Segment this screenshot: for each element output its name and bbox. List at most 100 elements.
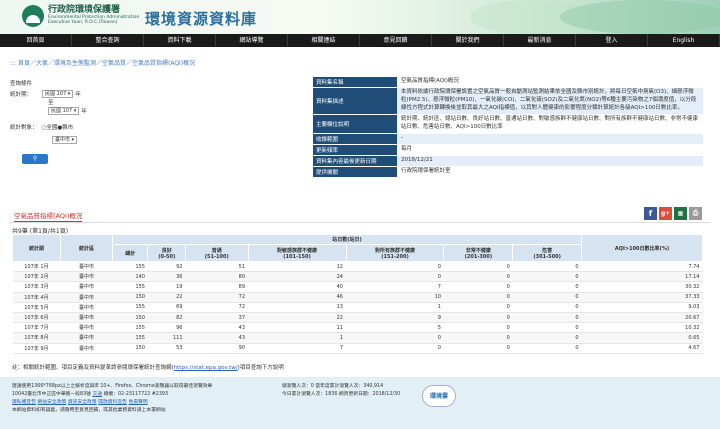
cell: 0 xyxy=(443,343,513,354)
table-row: 107年 4月 臺中市 150 22 72 46 10 0 0 37.33 xyxy=(12,292,703,303)
cell: 0.65 xyxy=(581,332,703,344)
cell: 96 xyxy=(147,322,186,334)
footer-traffic-link[interactable]: 交通 xyxy=(92,392,102,397)
cell: 0 xyxy=(512,332,582,344)
search-button[interactable]: ⚲ xyxy=(22,154,48,164)
nav-about[interactable]: 關於我們 xyxy=(432,34,504,47)
meta-key: 資料集內容最後更新日期 xyxy=(313,155,397,167)
cell: 107年 2月 xyxy=(12,271,61,283)
cell: 0 xyxy=(512,271,582,283)
cell: 107年 8月 xyxy=(12,332,61,344)
cell: 10.32 xyxy=(581,322,703,334)
cell: 40 xyxy=(248,281,346,293)
dataset-meta-table: 資料集名稱 空氣品質指標(AQI)概況 資料集描述 本資料依據行政院環保署設置之空氣… xyxy=(313,77,703,178)
cell: 0 xyxy=(512,343,582,354)
footer-browser-note: 建議使用1366*768px以上之解析度與IE 10+、Firefox、Chro… xyxy=(12,384,213,389)
facebook-icon[interactable]: f xyxy=(644,207,657,220)
cell: 0 xyxy=(443,312,513,324)
col-very-unhealthy: 非常不健康 (201-300) xyxy=(443,244,514,262)
cell: 0 xyxy=(443,322,513,334)
meta-key: 主要欄位說明 xyxy=(313,114,397,134)
google-plus-icon[interactable]: g+ xyxy=(659,207,672,220)
nav-related-links[interactable]: 相關連結 xyxy=(288,34,360,47)
nav-sitemap[interactable]: 網站導覽 xyxy=(216,34,288,47)
cell: 69 xyxy=(147,302,186,313)
nav-news[interactable]: 最新消息 xyxy=(504,34,576,47)
radio-county[interactable]: ●縣市 xyxy=(57,123,73,131)
cell: 17.14 xyxy=(581,271,703,283)
excel-icon[interactable]: ▦ xyxy=(674,207,687,220)
cell: 0 xyxy=(443,302,513,313)
cell: 155 xyxy=(112,322,148,334)
info-security-link[interactable]: 資訊安全政策 xyxy=(68,400,97,405)
cell: 19 xyxy=(147,281,186,293)
cell: 89 xyxy=(185,281,249,293)
tab-divider xyxy=(10,222,710,223)
stat-period-label: 統計期： xyxy=(10,91,33,98)
meta-key: 更新頻率 xyxy=(313,144,397,156)
year-from-select[interactable]: 民國 107 ▾ xyxy=(42,89,74,98)
year-to-select[interactable]: 民國 107 ▾ xyxy=(48,107,80,115)
nav-english[interactable]: English xyxy=(648,34,720,47)
county-select[interactable]: 臺中市 ▾ xyxy=(52,135,78,144)
cell: 107年 3月 xyxy=(12,281,61,293)
nav-download[interactable]: 資料下載 xyxy=(144,34,216,47)
cell: 5 xyxy=(346,322,444,334)
cell: 111 xyxy=(147,332,186,344)
cell: 24 xyxy=(248,271,346,283)
meta-key: 資料集名稱 xyxy=(313,77,397,88)
cell: 107年 5月 xyxy=(12,302,61,313)
env-cloud-logo[interactable]: 環境雲 xyxy=(422,385,456,407)
table-row: 107年 6月 臺中市 150 82 37 22 9 0 0 20.67 xyxy=(12,312,703,324)
cell: 80 xyxy=(185,271,249,283)
col-moderate: 普通 (51-100) xyxy=(185,244,249,262)
cell: 150 xyxy=(112,343,148,354)
cell: 72 xyxy=(185,302,249,313)
cell: 0 xyxy=(346,343,444,354)
cell: 12 xyxy=(248,261,346,273)
note-suffix: )項目查詢下方說明 xyxy=(237,365,284,371)
cell: 30.32 xyxy=(581,281,703,293)
cell: 0 xyxy=(346,261,444,273)
nav-login[interactable]: 登入 xyxy=(576,34,648,47)
col-group-station-days: 站日數(站日) xyxy=(112,234,583,245)
footer-phone: 總機：02-23117722 #2393 xyxy=(103,392,169,398)
cell: 150 xyxy=(112,312,148,324)
epa-logo-icon xyxy=(22,5,44,27)
col-total: 總計 xyxy=(112,244,149,262)
nav-home[interactable]: 回首頁 xyxy=(0,34,72,47)
web-security-link[interactable]: 網站安全政策 xyxy=(38,400,67,405)
cell: 107年 9月 xyxy=(12,343,61,354)
cell: 臺中市 xyxy=(60,332,113,344)
cell: 46 xyxy=(248,292,346,303)
cell: 140 xyxy=(112,271,148,283)
disclaimer-link[interactable]: 免責聲明 xyxy=(129,400,148,405)
radio-national[interactable]: ○全國 xyxy=(42,123,58,131)
cell: 20.67 xyxy=(581,312,703,324)
cell: 1 xyxy=(248,332,346,344)
meta-value: 統計期、統計區、總站日數、良好站日數、普通站日數、對敏感族群不健康站日數、對所有… xyxy=(397,114,703,134)
cell: 9 xyxy=(346,312,444,324)
cell: 0 xyxy=(512,292,582,303)
col-ratio: AQI>100日數比率(%) xyxy=(581,234,703,262)
print-icon[interactable]: ⎙ xyxy=(689,207,702,220)
cell: 臺中市 xyxy=(60,312,113,324)
site-footer: 建議使用1366*768px以上之解析度與IE 10+、Firefox、Chro… xyxy=(0,377,720,429)
table-row: 107年 2月 臺中市 140 36 80 24 0 0 0 17.14 xyxy=(12,271,703,283)
share-toolbar: f g+ ▦ ⎙ xyxy=(644,207,702,220)
table-row: 107年 9月 臺中市 150 53 90 7 0 0 0 4.67 xyxy=(12,343,703,354)
cell: 0 xyxy=(443,281,513,293)
nav-feedback[interactable]: 意見回饋 xyxy=(360,34,432,47)
table-row: 107年 1月 臺中市 155 92 51 12 0 0 0 7.74 xyxy=(12,261,703,273)
cell: 22 xyxy=(248,312,346,324)
cell: 82 xyxy=(147,312,186,324)
nav-integrated-query[interactable]: 整合查詢 xyxy=(72,34,144,47)
site-title[interactable]: 環境資源資料庫 xyxy=(145,8,257,29)
table-row: 107年 8月 臺中市 155 111 43 1 0 0 0 0.65 xyxy=(12,332,703,344)
breadcrumb[interactable]: ::: 首頁／大氣／環境及生態監測／空氣品質／空氣品質指標(AQI)概況 xyxy=(10,58,195,67)
privacy-link[interactable]: 隱私權宣告 xyxy=(12,400,36,405)
stat-site-link[interactable]: https://stat.epa.gov.tw/ xyxy=(174,365,238,371)
cell: 0 xyxy=(512,312,582,324)
open-data-link[interactable]: 開放資料宣告 xyxy=(98,400,127,405)
agency-logo[interactable]: 行政院環境保護署 Environmental Protection Admini… xyxy=(22,5,139,27)
